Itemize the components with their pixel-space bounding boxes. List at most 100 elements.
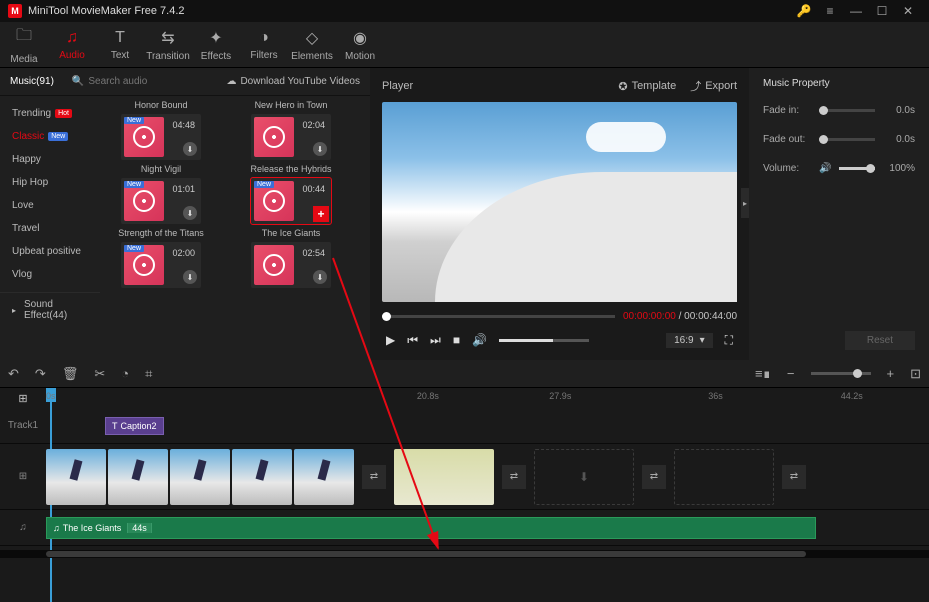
library-category-label[interactable]: Music(91) <box>0 76 64 87</box>
category-classic[interactable]: ClassicNew <box>0 125 100 148</box>
player-panel: Player ✪Template ⤴Export 00:00:00:00 / 0… <box>374 68 745 360</box>
export-button[interactable]: ⤴Export <box>690 78 737 94</box>
video-track[interactable]: ⇄ ⇄ ⬇ ⇄ ⇄ <box>46 444 929 509</box>
timeline: ↶ ↷ 🗑 ✂ ◔ ⌗ ≡∎ − + ⊡ ⊞ 0s 20.8s 27.9s 36… <box>0 360 929 602</box>
speaker-icon: 🔊 <box>819 163 831 174</box>
reset-button[interactable]: Reset <box>845 331 915 350</box>
drop-zone[interactable] <box>674 449 774 505</box>
audio-item[interactable]: New Hero in Town 02:04⬇ <box>236 100 346 160</box>
shapes-icon: ◇ <box>288 28 336 48</box>
caption-clip[interactable]: TCaption2 <box>105 417 164 435</box>
audio-item[interactable]: Honor Bound New04:48⬇ <box>106 100 216 160</box>
transition-slot[interactable]: ⇄ <box>782 465 806 489</box>
video-preview[interactable] <box>382 102 737 302</box>
download-icon[interactable]: ⬇ <box>183 206 197 220</box>
tab-transition[interactable]: ⇆Transition <box>144 28 192 62</box>
drop-zone[interactable]: ⬇ <box>534 449 634 505</box>
volume-slider[interactable] <box>499 339 589 342</box>
audio-thumb-icon <box>254 245 294 285</box>
audio-track[interactable]: ♫The Ice Giants 44s <box>46 510 929 545</box>
download-icon[interactable]: ⬇ <box>313 142 327 156</box>
zoom-slider[interactable] <box>811 372 871 375</box>
download-icon[interactable]: ⬇ <box>183 142 197 156</box>
transition-slot[interactable]: ⇄ <box>362 465 386 489</box>
category-travel[interactable]: Travel <box>0 217 100 240</box>
video-clip[interactable] <box>294 449 354 505</box>
split-button[interactable]: ✂ <box>94 366 105 382</box>
download-icon[interactable]: ⬇ <box>183 270 197 284</box>
audio-grid: Honor Bound New04:48⬇ New Hero in Town 0… <box>100 96 370 360</box>
download-youtube-button[interactable]: ☁Download YouTube Videos <box>216 76 370 87</box>
transition-slot[interactable]: ⇄ <box>502 465 526 489</box>
sparkle-icon: ✦ <box>192 28 240 48</box>
tab-elements[interactable]: ◇Elements <box>288 28 336 62</box>
template-button[interactable]: ✪Template <box>618 80 676 93</box>
download-icon[interactable]: ⬇ <box>313 270 327 284</box>
aspect-ratio-select[interactable]: 16:9▾ <box>666 333 713 348</box>
category-soundeffect[interactable]: Sound Effect(44) <box>0 292 100 327</box>
timeline-scrollbar[interactable] <box>0 550 929 558</box>
crop-button[interactable]: ⌗ <box>145 366 152 382</box>
export-icon: ⤴ <box>690 78 701 94</box>
video-clip[interactable] <box>232 449 292 505</box>
undo-button[interactable]: ↶ <box>8 366 19 382</box>
text-icon: T <box>96 29 144 47</box>
stop-button[interactable]: ■ <box>453 333 460 347</box>
volume-icon[interactable]: 🔊 <box>472 333 487 347</box>
zoom-in-button[interactable]: + <box>887 366 895 381</box>
category-hiphop[interactable]: Hip Hop <box>0 171 100 194</box>
delete-button[interactable]: 🗑 <box>62 366 79 382</box>
video-clip[interactable] <box>394 449 494 505</box>
prev-frame-button[interactable]: ⏮ <box>407 333 418 348</box>
category-trending[interactable]: TrendingHot <box>0 102 100 125</box>
menu-icon[interactable]: ≡ <box>817 4 843 18</box>
play-button[interactable]: ▶ <box>386 333 395 347</box>
template-icon: ✪ <box>618 80 627 93</box>
audio-thumb-icon <box>254 117 294 157</box>
audio-item-selected[interactable]: Release the Hybrids New00:44+ <box>236 164 346 224</box>
text-icon: T <box>112 421 118 431</box>
category-upbeat[interactable]: Upbeat positive <box>0 240 100 263</box>
cloud-download-icon: ☁ <box>226 76 236 87</box>
tab-motion[interactable]: ◉Motion <box>336 28 384 62</box>
redo-button[interactable]: ↷ <box>35 366 46 382</box>
audio-clip[interactable]: ♫The Ice Giants 44s <box>46 517 816 539</box>
transition-slot[interactable]: ⇄ <box>642 465 666 489</box>
chevron-down-icon: ▾ <box>700 335 705 346</box>
search-input[interactable]: 🔍Search audio <box>64 76 217 87</box>
collapse-panel-button[interactable]: ▸ <box>741 188 749 218</box>
audio-waveform-icon[interactable]: ≡∎ <box>755 366 771 382</box>
player-title: Player <box>382 80 604 92</box>
close-icon[interactable]: ✕ <box>895 4 921 18</box>
audio-item[interactable]: The Ice Giants 02:54⬇ <box>236 228 346 288</box>
zoom-out-button[interactable]: − <box>787 366 795 381</box>
category-love[interactable]: Love <box>0 194 100 217</box>
tab-audio[interactable]: ♫Audio <box>48 29 96 61</box>
tab-effects[interactable]: ✦Effects <box>192 28 240 62</box>
maximize-icon[interactable]: ☐ <box>869 4 895 18</box>
next-frame-button[interactable]: ⏭ <box>430 333 441 348</box>
volume-prop-slider[interactable] <box>839 167 875 170</box>
category-vlog[interactable]: Vlog <box>0 263 100 286</box>
seek-slider[interactable] <box>382 315 615 318</box>
speed-button[interactable]: ◔ <box>121 366 129 381</box>
tab-media[interactable]: 🗀Media <box>0 24 48 65</box>
category-list: TrendingHot ClassicNew Happy Hip Hop Lov… <box>0 96 100 360</box>
video-clip[interactable] <box>46 449 106 505</box>
audio-item[interactable]: Strength of the Titans New02:00⬇ <box>106 228 216 288</box>
add-to-timeline-button[interactable]: + <box>313 206 329 222</box>
tab-filters[interactable]: ◑Filters <box>240 29 288 61</box>
license-key-icon[interactable]: 🔑 <box>791 4 817 18</box>
timeline-options-icon[interactable]: ⊞ <box>0 388 46 408</box>
time-ruler[interactable]: 0s 20.8s 27.9s 36s 44.2s <box>46 388 929 408</box>
fadein-slider[interactable] <box>819 109 875 112</box>
video-clip[interactable] <box>170 449 230 505</box>
tab-text[interactable]: TText <box>96 29 144 61</box>
zoom-fit-button[interactable]: ⊡ <box>910 366 921 382</box>
category-happy[interactable]: Happy <box>0 148 100 171</box>
fadeout-slider[interactable] <box>819 138 875 141</box>
video-clip[interactable] <box>108 449 168 505</box>
fullscreen-button[interactable]: ⛶ <box>725 333 733 348</box>
minimize-icon[interactable]: — <box>843 4 869 18</box>
audio-item[interactable]: Night Vigil New01:01⬇ <box>106 164 216 224</box>
